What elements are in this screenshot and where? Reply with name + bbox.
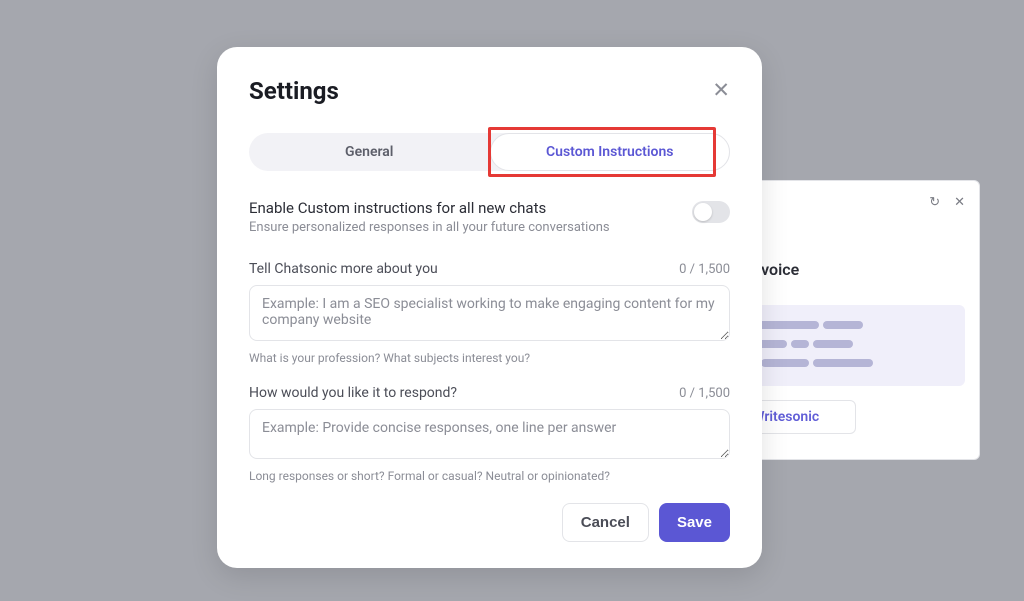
close-icon[interactable]: ✕ — [954, 195, 965, 210]
tab-custom-label: Custom Instructions — [546, 144, 673, 160]
field-respond-counter: 0 / 1,500 — [679, 386, 730, 401]
about-you-textarea[interactable] — [249, 285, 730, 341]
field-respond-hint: Long responses or short? Formal or casua… — [249, 469, 730, 483]
toggle-text: Enable Custom instructions for all new c… — [249, 199, 692, 235]
modal-footer: Cancel Save — [249, 503, 730, 542]
tab-custom-wrap: Custom Instructions — [490, 133, 731, 171]
brand-voice-button-label: Writesonic — [752, 409, 819, 425]
field-respond: How would you like it to respond? 0 / 1,… — [249, 385, 730, 483]
modal-header: Settings ✕ — [249, 77, 730, 105]
close-icon[interactable]: ✕ — [712, 81, 730, 102]
enable-instructions-toggle[interactable] — [692, 201, 730, 223]
toggle-subtitle: Ensure personalized responses in all you… — [249, 220, 692, 235]
respond-textarea[interactable] — [249, 409, 730, 459]
field-about-counter: 0 / 1,500 — [679, 262, 730, 277]
tab-general-label: General — [345, 144, 393, 160]
modal-title: Settings — [249, 77, 339, 105]
field-about-label: Tell Chatsonic more about you — [249, 261, 438, 277]
settings-modal: Settings ✕ General Custom Instructions E… — [217, 47, 762, 568]
save-button[interactable]: Save — [659, 503, 730, 542]
toggle-knob — [694, 203, 712, 221]
cancel-button-label: Cancel — [581, 514, 630, 531]
tab-row: General Custom Instructions — [249, 133, 730, 171]
toggle-title: Enable Custom instructions for all new c… — [249, 199, 692, 217]
refresh-icon[interactable]: ↻ — [929, 195, 940, 210]
field-respond-label: How would you like it to respond? — [249, 385, 457, 401]
cancel-button[interactable]: Cancel — [562, 503, 649, 542]
field-about-hint: What is your profession? What subjects i… — [249, 351, 730, 365]
field-about-label-row: Tell Chatsonic more about you 0 / 1,500 — [249, 261, 730, 277]
toggle-row: Enable Custom instructions for all new c… — [249, 199, 730, 235]
field-respond-label-row: How would you like it to respond? 0 / 1,… — [249, 385, 730, 401]
field-about-you: Tell Chatsonic more about you 0 / 1,500 … — [249, 261, 730, 365]
tab-custom-instructions[interactable]: Custom Instructions — [490, 133, 731, 171]
save-button-label: Save — [677, 514, 712, 531]
tab-general[interactable]: General — [249, 133, 490, 171]
